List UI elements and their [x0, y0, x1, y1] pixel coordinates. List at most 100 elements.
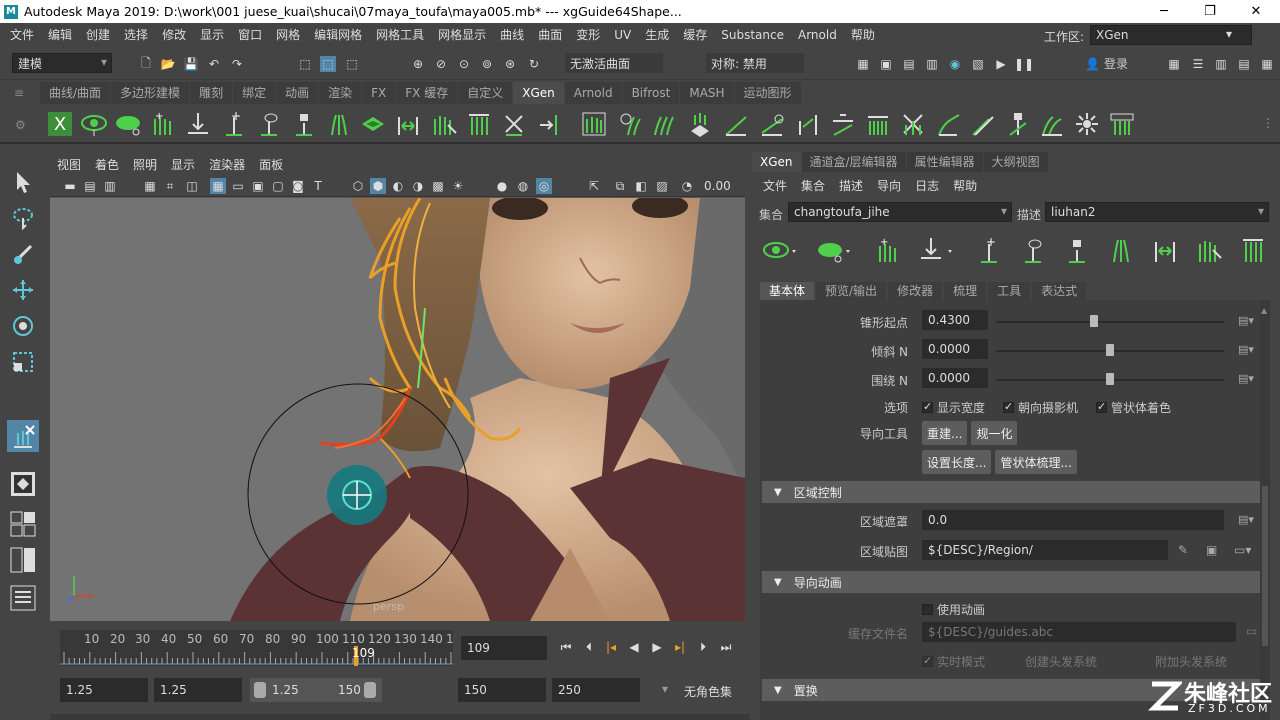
outliner-view-icon[interactable]: [7, 582, 39, 614]
snap-live-icon[interactable]: ⊛: [502, 56, 518, 72]
step-back-frame-icon[interactable]: |◂: [603, 639, 619, 655]
wireframe-icon[interactable]: ⬡: [350, 178, 366, 194]
groom-select-icon[interactable]: [1038, 110, 1066, 138]
playback-end-field[interactable]: 150: [458, 678, 546, 702]
xgen-menu-guides[interactable]: 导向: [877, 177, 901, 194]
modeling-toolkit-icon[interactable]: ▦: [1166, 56, 1182, 72]
shelf-tab-poly[interactable]: 多边形建模: [111, 82, 190, 104]
add-guide-plus-icon[interactable]: +: [976, 235, 1004, 267]
collection-dropdown[interactable]: changtoufa_jihe ▾: [788, 202, 1012, 222]
menu-modify[interactable]: 修改: [162, 26, 186, 43]
login-button[interactable]: 👤 登录: [1085, 55, 1128, 72]
menu-help[interactable]: 帮助: [851, 26, 875, 43]
groom-part-icon[interactable]: [968, 110, 996, 138]
hypershade-icon[interactable]: ◉: [947, 56, 963, 72]
shelf-menu-icon[interactable]: ≡: [14, 86, 24, 100]
rebuild-button[interactable]: 重建...: [922, 421, 968, 445]
attribute-editor-icon[interactable]: ☰: [1190, 56, 1206, 72]
xgen-guide-tool-icon[interactable]: [7, 420, 39, 452]
groom-density-icon[interactable]: [686, 110, 714, 138]
scroll-up-icon[interactable]: ▲: [1261, 306, 1269, 315]
realtime-checkbox[interactable]: [922, 654, 933, 667]
menu-create[interactable]: 创建: [86, 26, 110, 43]
shelf-tab-xgen[interactable]: XGen: [513, 82, 564, 104]
end-time-field[interactable]: 250: [552, 678, 640, 702]
step-back-key-icon[interactable]: ⏴: [581, 639, 597, 655]
ipr-render-icon[interactable]: ▤: [901, 56, 917, 72]
xgen-grid-icon[interactable]: [359, 110, 387, 138]
range-slider-bar[interactable]: 1.25 150: [250, 678, 382, 702]
bend-n-knob[interactable]: [1106, 344, 1114, 356]
backface-icon[interactable]: ◧: [633, 178, 649, 194]
vp-menu-shading[interactable]: 着色: [95, 156, 119, 173]
snap-grid-icon[interactable]: ⊕: [410, 56, 426, 72]
menu-mesh[interactable]: 网格: [276, 26, 300, 43]
guide-lock-icon[interactable]: [1064, 236, 1092, 267]
cache-file-field[interactable]: ${DESC}/guides.abc: [922, 622, 1236, 642]
map-icon[interactable]: ▤▾: [1238, 343, 1254, 356]
scroll-thumb[interactable]: [1262, 486, 1268, 646]
field-chart-icon[interactable]: ▣: [250, 178, 266, 194]
snap-view-icon[interactable]: ⊚: [479, 56, 495, 72]
close-button[interactable]: ✕: [1233, 0, 1279, 23]
render-icon[interactable]: ▣: [878, 56, 894, 72]
vp-menu-panels[interactable]: 面板: [259, 156, 283, 173]
xgen-guide-eye-icon[interactable]: [255, 110, 283, 138]
menu-surfaces[interactable]: 曲面: [538, 26, 562, 43]
shelf-tab-custom[interactable]: 自定义: [458, 82, 513, 104]
menu-mesh-display[interactable]: 网格显示: [438, 26, 486, 43]
xgen-add-guide-icon[interactable]: +: [220, 110, 248, 138]
maximize-button[interactable]: ❐: [1187, 0, 1233, 23]
guide-comb-icon[interactable]: [1240, 236, 1268, 267]
groom-clump-icon[interactable]: [864, 110, 892, 138]
subtab-modifiers[interactable]: 修改器: [888, 282, 943, 300]
two-view-icon[interactable]: [7, 544, 39, 576]
snap-plane-icon[interactable]: ↻: [526, 56, 542, 72]
save-scene-icon[interactable]: 💾: [183, 56, 199, 72]
menu-set-dropdown[interactable]: 建模 ▾: [12, 53, 112, 73]
single-view-icon[interactable]: [7, 468, 39, 500]
groom-attract-icon[interactable]: [1073, 110, 1101, 138]
groom-convert-icon[interactable]: [1108, 110, 1136, 138]
xgen-guide-add-icon[interactable]: +: [148, 110, 176, 138]
safe-action-icon[interactable]: ▢: [270, 178, 286, 194]
render-settings-icon[interactable]: ▥: [924, 56, 940, 72]
menu-mesh-tools[interactable]: 网格工具: [376, 26, 424, 43]
set-length-button[interactable]: 设置长度...: [922, 450, 992, 474]
snap-curve-icon[interactable]: ⊘: [433, 56, 449, 72]
groom-cut-icon[interactable]: [829, 110, 857, 138]
place-guides-icon[interactable]: [918, 236, 958, 267]
menu-windows[interactable]: 窗口: [238, 26, 262, 43]
twist-n-knob[interactable]: [1106, 373, 1114, 385]
tab-attribute-editor[interactable]: 属性编辑器: [906, 152, 983, 172]
start-time-field[interactable]: 1.25: [60, 678, 148, 702]
shelf-settings-icon[interactable]: ⚙: [15, 118, 26, 132]
groom-brush-plus-icon[interactable]: [615, 110, 643, 138]
guide-sculpt-icon[interactable]: [1108, 236, 1136, 267]
image-plane-icon[interactable]: ▦: [142, 178, 158, 194]
hud-icon[interactable]: T: [310, 178, 326, 194]
minimize-button[interactable]: ─: [1141, 0, 1187, 23]
xgen-groom-icon[interactable]: [580, 110, 608, 138]
new-scene-icon[interactable]: 🗋: [138, 56, 154, 72]
step-forward-frame-icon[interactable]: ▸|: [672, 639, 688, 655]
groom-pose-icon[interactable]: [758, 110, 786, 138]
safe-title-icon[interactable]: ◙: [290, 178, 306, 194]
ao-icon[interactable]: ◍: [515, 178, 531, 194]
film-gate-icon[interactable]: ◫: [184, 178, 200, 194]
tube-shade-checkbox[interactable]: [1096, 400, 1108, 413]
shelf-tab-mash[interactable]: MASH: [680, 82, 734, 104]
move-tool-icon[interactable]: [7, 274, 39, 306]
save-map-icon[interactable]: ▣: [1206, 543, 1217, 557]
xgen-menu-log[interactable]: 日志: [915, 177, 939, 194]
groom-length-icon[interactable]: [794, 110, 822, 138]
groom-brush-icon[interactable]: [650, 110, 678, 138]
xgen-menu-file[interactable]: 文件: [763, 177, 787, 194]
xgen-leaf-icon[interactable]: [114, 110, 142, 138]
shelf-tab-rendering[interactable]: 渲染: [319, 82, 362, 104]
smooth-shade-icon[interactable]: ⬢: [370, 178, 386, 194]
tab-channel-box[interactable]: 通道盒/层编辑器: [801, 152, 906, 172]
vp-menu-view[interactable]: 视图: [57, 156, 81, 173]
time-slider[interactable]: 10 20 30 40 50 60 70 80 90 100 110 120 1…: [50, 628, 750, 668]
camera-attr-icon[interactable]: ▤: [82, 178, 98, 194]
